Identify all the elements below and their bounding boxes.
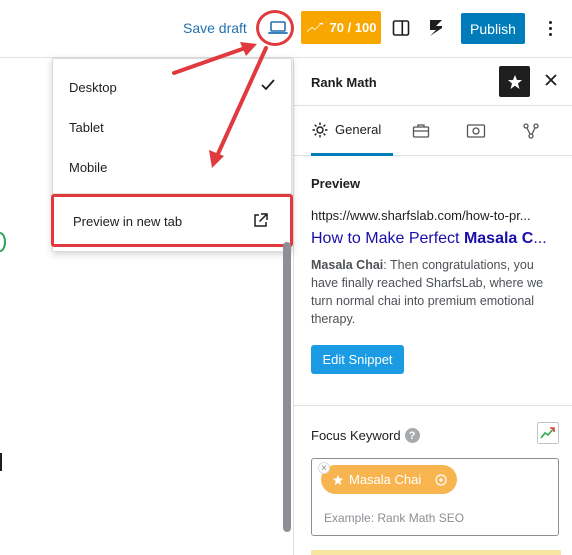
save-draft-button[interactable]: Save draft	[183, 20, 247, 36]
sidebar-toggle-icon	[392, 20, 410, 36]
dot	[548, 26, 552, 30]
dot	[548, 20, 552, 24]
rank-math-sidebar: Rank Math General Preview https://www.sh…	[293, 58, 572, 555]
close-icon	[545, 74, 557, 86]
menu-item-mobile[interactable]: Mobile	[69, 160, 107, 175]
text-cursor	[0, 453, 2, 471]
schema-icon	[523, 123, 539, 139]
preview-new-tab-label: Preview in new tab	[73, 214, 183, 229]
snippet-preview-panel: Preview https://www.sharfslab.com/how-to…	[294, 156, 572, 406]
checkmark-icon	[261, 79, 275, 91]
tab-schema[interactable]	[520, 120, 542, 142]
keyword-placeholder: Example: Rank Math SEO	[324, 511, 465, 525]
tab-general-label: General	[335, 122, 382, 137]
image-icon	[466, 124, 486, 138]
seo-score: 70 / 100	[329, 20, 377, 35]
menu-item-desktop[interactable]: Desktop	[69, 80, 117, 95]
external-link-icon	[254, 213, 268, 227]
briefcase-icon	[412, 124, 430, 138]
sidebar-title: Rank Math	[311, 75, 377, 90]
preview-url: https://www.sharfslab.com/how-to-pr...	[311, 208, 531, 223]
publish-button[interactable]: Publish	[461, 13, 525, 44]
keyword-chip[interactable]: Masala Chai	[321, 465, 457, 494]
gear-icon	[312, 122, 328, 137]
preview-title-ellipsis: ...	[533, 230, 547, 247]
refresh-icon[interactable]	[434, 473, 448, 487]
focus-keyword-heading: Focus Keyword ?	[311, 428, 420, 443]
trends-icon	[540, 427, 555, 439]
preview-heading: Preview	[311, 176, 361, 191]
tab-general[interactable]: General	[311, 106, 393, 156]
keyword-trends-button[interactable]	[537, 422, 559, 444]
preview-title-prefix: How to Make Perfect	[311, 230, 464, 247]
pin-star-button[interactable]	[499, 66, 530, 97]
rank-math-s-icon	[430, 20, 442, 36]
preview-title-keyword: Masala C	[463, 230, 534, 247]
highlight-circle	[256, 10, 294, 46]
star-icon	[332, 474, 344, 485]
rank-math-toolbar-button[interactable]	[422, 14, 450, 42]
preview-desc-keyword: Masala Chai	[311, 258, 384, 272]
help-icon[interactable]: ?	[404, 428, 420, 443]
rank-math-score-button[interactable]: 70 / 100	[301, 11, 381, 44]
close-sidebar-button[interactable]	[542, 72, 560, 90]
menu-item-preview-new-tab[interactable]: Preview in new tab	[51, 194, 293, 247]
sidebar-tabs: General	[294, 106, 572, 156]
preview-description: Masala Chai: Then congratulations, you h…	[311, 256, 561, 328]
rank-math-logo-icon	[306, 22, 323, 32]
editor-block-indicator	[0, 232, 6, 252]
tab-advanced[interactable]	[410, 120, 432, 142]
scrollbar[interactable]	[283, 242, 291, 532]
focus-keyword-label: Focus Keyword	[311, 428, 401, 443]
tab-social[interactable]	[465, 120, 487, 142]
settings-panel-toggle[interactable]	[387, 14, 415, 42]
top-toolbar: Save draft 70 / 100 Publish	[0, 0, 572, 58]
dot	[548, 32, 552, 36]
star-icon	[507, 74, 522, 89]
preview-title[interactable]: How to Make Perfect Masala C...	[311, 230, 556, 248]
options-menu-button[interactable]	[538, 15, 562, 41]
focus-keyword-input[interactable]: Masala Chai × Example: Rank Math SEO	[311, 458, 559, 536]
keyword-chip-label: Masala Chai	[349, 472, 422, 487]
preview-dropdown-menu: Desktop Tablet Mobile Preview in new tab	[51, 58, 293, 252]
edit-snippet-button[interactable]: Edit Snippet	[311, 345, 404, 374]
menu-item-tablet[interactable]: Tablet	[69, 120, 104, 135]
sidebar-header: Rank Math	[294, 58, 572, 106]
remove-keyword-button[interactable]: ×	[318, 462, 330, 474]
next-panel-edge	[311, 550, 561, 555]
